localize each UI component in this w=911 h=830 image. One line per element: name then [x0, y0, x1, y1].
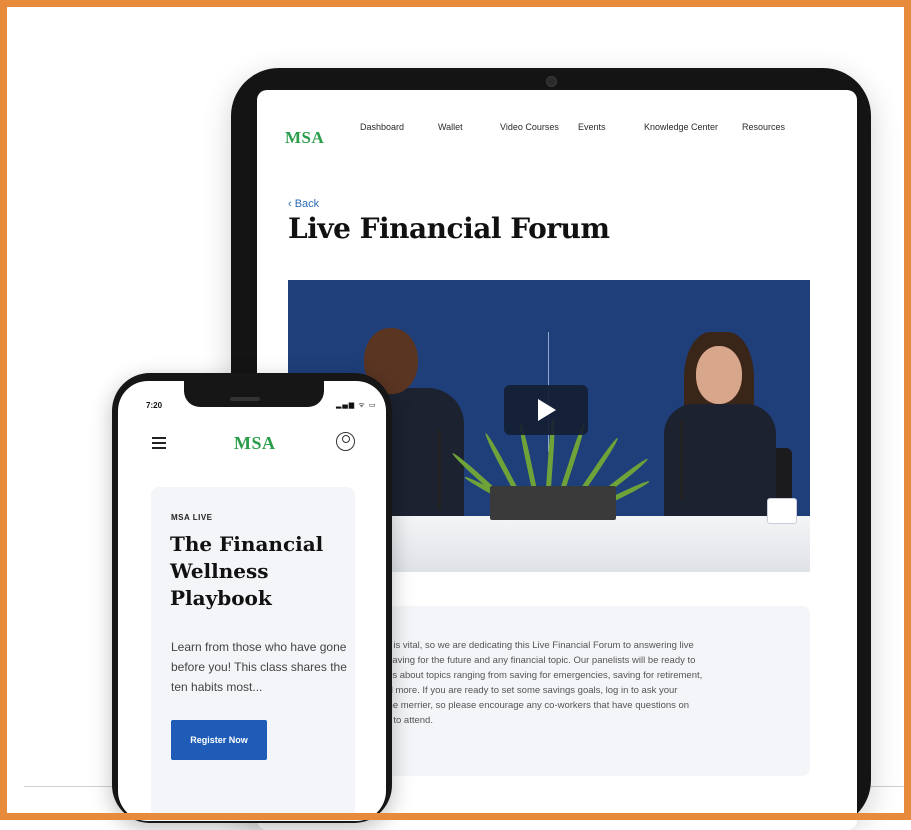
- phone-screen: 7:20 ▂▄▆ ᯤ ▭ MSA MSA LIVE The Financial …: [118, 381, 386, 821]
- panelist-right-head: [696, 346, 742, 404]
- status-icons: ▂▄▆ ᯤ ▭: [336, 401, 377, 409]
- microphone: [680, 420, 683, 500]
- nav-video-courses[interactable]: Video Courses: [500, 122, 559, 132]
- msa-logo[interactable]: MSA: [285, 128, 324, 148]
- description-line: tions about topics ranging from saving f…: [377, 670, 703, 681]
- description-line: to saving for the future and any financi…: [377, 655, 696, 666]
- description-line: ure is vital, so we are dedicating this …: [377, 640, 694, 651]
- logo-text: MSA: [285, 128, 325, 147]
- page-title: Live Financial Forum: [288, 212, 610, 245]
- phone-notch: [184, 381, 324, 407]
- course-title: The Financial Wellness Playbook: [170, 532, 324, 610]
- nav-dashboard[interactable]: Dashboard: [360, 122, 404, 132]
- register-now-button[interactable]: Register Now: [171, 720, 267, 760]
- msa-logo[interactable]: MSA: [234, 433, 276, 454]
- course-description: Learn from those who have gone before yo…: [171, 640, 347, 694]
- phone-device: 7:20 ▂▄▆ ᯤ ▭ MSA MSA LIVE The Financial …: [112, 373, 392, 823]
- tablet-top-nav: MSA Dashboard Wallet Video Courses Event…: [257, 90, 857, 160]
- nav-wallet[interactable]: Wallet: [438, 122, 463, 132]
- user-account-icon[interactable]: [336, 432, 355, 451]
- description-text: ure is vital, so we are dedicating this …: [377, 638, 797, 728]
- microphone: [438, 430, 441, 510]
- logo-text: MSA: [234, 433, 276, 453]
- nav-resources[interactable]: Resources: [742, 122, 785, 132]
- back-link[interactable]: ‹ Back: [288, 198, 319, 210]
- hamburger-menu-icon[interactable]: [152, 437, 166, 449]
- phone-speaker: [230, 397, 260, 401]
- description-line: and more. If you are ready to set some s…: [377, 685, 678, 696]
- course-eyebrow: MSA LIVE: [171, 513, 213, 522]
- tablet-camera: [546, 76, 557, 87]
- nav-events[interactable]: Events: [578, 122, 606, 132]
- status-time: 7:20: [146, 401, 163, 410]
- play-icon[interactable]: [504, 385, 588, 435]
- description-line: e the merrier, so please encourage any c…: [377, 700, 690, 711]
- nav-knowledge-center[interactable]: Knowledge Center: [644, 122, 718, 132]
- description-line: ure to attend.: [377, 715, 433, 726]
- coffee-mug: [767, 498, 797, 524]
- plant-pot: [490, 486, 616, 520]
